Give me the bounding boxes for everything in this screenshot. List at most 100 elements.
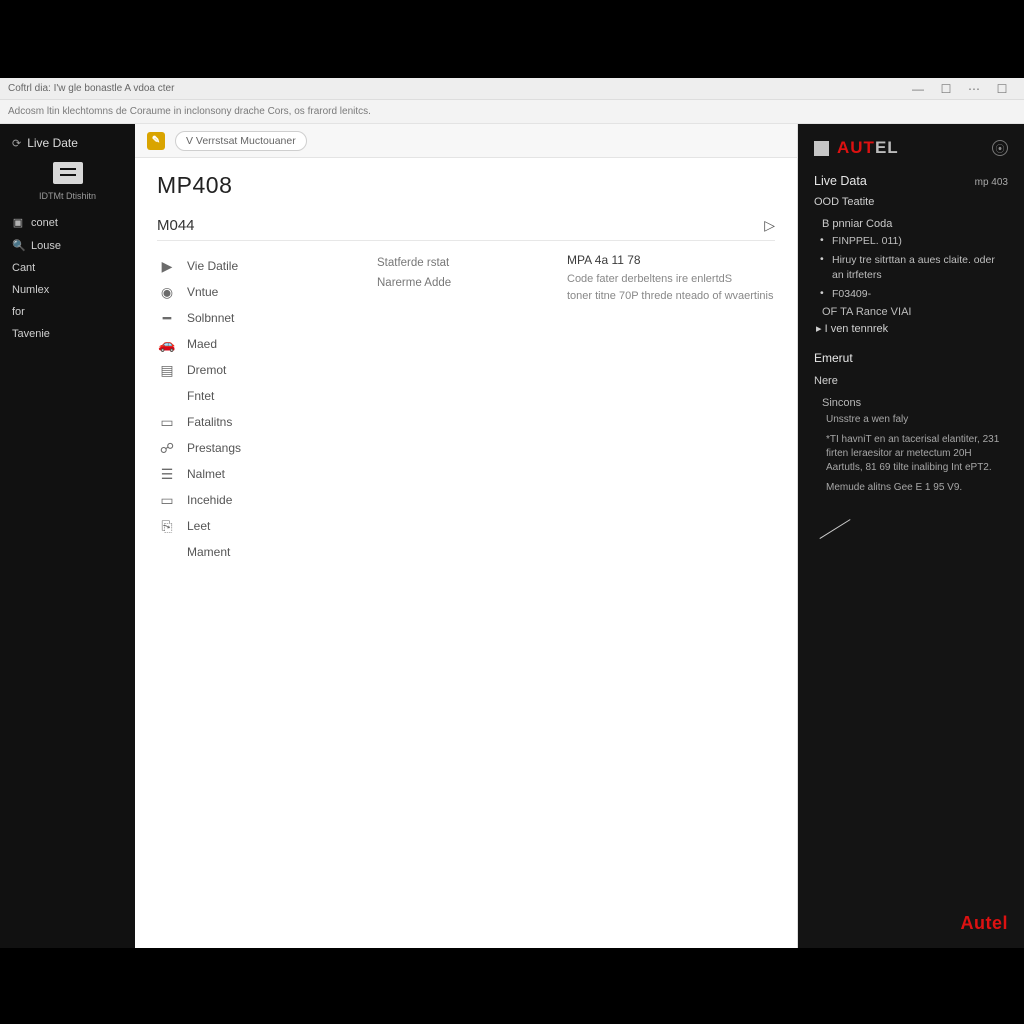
- list-label: Maed: [187, 337, 217, 351]
- play-icon[interactable]: ▷: [764, 217, 775, 234]
- list-label: Prestangs: [187, 441, 241, 455]
- gauge-needle-icon: [820, 509, 1008, 539]
- address-text: Adcosm ltin klechtomns de Coraume in inc…: [8, 106, 371, 117]
- detail-line: Code fater derbeltens ire enlertdS: [567, 271, 774, 288]
- right-bullet: FINPPEL. 011): [820, 232, 1008, 251]
- right-panel: AUTEL ⦿ Live Data mp 403 OOD Teatite B p…: [798, 124, 1024, 948]
- toolbar: ✎ V Verrstsat Muctouaner: [135, 124, 797, 158]
- list-item[interactable]: ◉ Vntue: [157, 279, 347, 305]
- sidebar-item-for[interactable]: for: [0, 301, 135, 323]
- sidebar-header-live-data[interactable]: ⟳ Live Date: [0, 130, 135, 158]
- right-panel-model: mp 403: [975, 177, 1008, 188]
- stack-icon: ☰: [157, 466, 177, 483]
- subsection-header: M044 ▷: [157, 217, 775, 241]
- magnifier-icon: 🔍: [12, 239, 24, 252]
- list-item[interactable]: ▤ Dremot: [157, 357, 347, 383]
- title-bar: Coftrl dia: I'w gle bonastle A vdoa cter…: [0, 78, 1024, 100]
- detail-heading: MPA 4a 11 78: [567, 253, 774, 267]
- workspace-chip[interactable]: V Verrstsat Muctouaner: [175, 131, 307, 151]
- list-item[interactable]: 🚗 Maed: [157, 331, 347, 357]
- sidebar-item-label: Louse: [31, 240, 61, 252]
- list-label: Mament: [187, 545, 230, 559]
- window-minimize-button[interactable]: —: [904, 82, 932, 96]
- link-icon: ☍: [157, 440, 177, 457]
- main-content: ✎ V Verrstsat Muctouaner MP408 M044 ▷ ▶ V…: [135, 124, 798, 948]
- sidebar-item-cant[interactable]: Cant: [0, 257, 135, 279]
- list-label: Vie Datile: [187, 259, 238, 273]
- page-title: MP408: [157, 172, 775, 199]
- camera-icon: ▶: [157, 258, 177, 275]
- sidebar-item-label: Tavenie: [12, 328, 50, 340]
- sidebar-item-control[interactable]: ▣ conet: [0, 211, 135, 234]
- right-para: Memude alitns Gee E 1 95 V9.: [826, 481, 1008, 495]
- list-item[interactable]: Fntet: [157, 383, 347, 409]
- shield-icon: ◉: [157, 284, 177, 301]
- right-key: OF TA Rance VIAI: [822, 306, 1008, 318]
- right-subtitle: OOD Teatite: [814, 196, 1008, 208]
- feature-list: ▶ Vie Datile ◉ Vntue ━Solbnnet 🚗 Maed ▤ Drem…: [157, 253, 347, 565]
- sidebar-item-tavenie[interactable]: Tavenie: [0, 323, 135, 345]
- right-bullet: Hiruy tre sitrttan a aues claite. oder a…: [820, 251, 1008, 285]
- sidebar-device-caption: IDTMt Dtishitn: [0, 191, 135, 201]
- right-bullets: FINPPEL. 011) Hiruy tre sitrttan a aues …: [814, 232, 1008, 304]
- address-bar: Adcosm ltin klechtomns de Coraume in inc…: [0, 100, 1024, 124]
- sidebar-device-block[interactable]: IDTMt Dtishitn: [0, 158, 135, 211]
- right-para: Unsstre a wen faly: [826, 413, 1008, 427]
- right-panel-title: Live Data: [814, 174, 867, 188]
- app-window: Coftrl dia: I'w gle bonastle A vdoa cter…: [0, 78, 1024, 948]
- detail-column: MPA 4a 11 78 Code fater derbeltens ire e…: [567, 253, 774, 565]
- right-bullet: F03409-: [820, 285, 1008, 304]
- list-label: Fntet: [187, 389, 214, 403]
- list-item[interactable]: ━Solbnnet: [157, 305, 347, 331]
- right-key: B pnniar Coda: [822, 218, 1008, 230]
- right-key: Sincons: [822, 397, 1008, 409]
- list-label: Nalmet: [187, 467, 225, 481]
- device-icon: [53, 162, 83, 184]
- list-item[interactable]: ☰ Nalmet: [157, 461, 347, 487]
- right-label: Nere: [814, 375, 1008, 387]
- control-icon: ▣: [12, 216, 24, 229]
- tag-icon: ⎘: [157, 518, 177, 535]
- sidebar-item-course[interactable]: 🔍 Louse: [0, 234, 135, 257]
- sidebar-item-numlex[interactable]: Numlex: [0, 279, 135, 301]
- brand-square-icon: [814, 141, 829, 156]
- subsection-title: M044: [157, 217, 195, 234]
- list-label: Solbnnet: [187, 311, 234, 325]
- list-item[interactable]: ▭ Fatalitns: [157, 409, 347, 435]
- info-label: Statferde rstat: [377, 253, 537, 273]
- car-icon: 🚗: [157, 336, 177, 353]
- window-menu-button[interactable]: ⋯: [960, 82, 988, 96]
- sidebar-item-label: for: [12, 306, 25, 318]
- window-title: Coftrl dia: I'w gle bonastle A vdoa cter: [8, 83, 174, 94]
- list-item[interactable]: ⎘Leet: [157, 513, 347, 539]
- brand-row: AUTEL ⦿: [814, 138, 1008, 158]
- list-label: Incehide: [187, 493, 232, 507]
- refresh-icon: ⟳: [12, 137, 21, 150]
- right-para: *TI havniT en an tacerisal elantiter, 23…: [826, 433, 1008, 475]
- brand-footer: Autel: [814, 873, 1008, 934]
- list-item[interactable]: ▶ Vie Datile: [157, 253, 347, 279]
- sidebar-item-label: conet: [31, 217, 58, 229]
- window-maximize-button[interactable]: ☐: [932, 82, 960, 96]
- info-label: Narerme Adde: [377, 273, 537, 293]
- list-item[interactable]: ☍ Prestangs: [157, 435, 347, 461]
- sidebar-item-label: Numlex: [12, 284, 49, 296]
- brand-logo: AUTEL: [837, 138, 899, 158]
- list-label: Vntue: [187, 285, 218, 299]
- page-body: MP408 M044 ▷ ▶ Vie Datile ◉ Vntue ━Solbnne…: [135, 158, 797, 948]
- folder-icon: ▭: [157, 492, 177, 509]
- list-label: Dremot: [187, 363, 226, 377]
- list-label: Fatalitns: [187, 415, 232, 429]
- right-key: ▸ I ven tennrek: [816, 322, 1008, 335]
- app-badge-icon: ✎: [147, 132, 165, 150]
- bars-icon: ▤: [157, 362, 177, 379]
- sidebar-item-label: Cant: [12, 262, 35, 274]
- window-icon: ▭: [157, 414, 177, 431]
- settings-ring-icon[interactable]: ⦿: [992, 140, 1008, 156]
- list-item[interactable]: ▭ Incehide: [157, 487, 347, 513]
- window-close-button[interactable]: ☐: [988, 82, 1016, 96]
- sidebar-header-label: Live Date: [27, 136, 78, 150]
- list-item[interactable]: Mament: [157, 539, 347, 565]
- right-heading-emeut: Emerut: [814, 351, 1008, 365]
- info-column: Statferde rstat Narerme Adde: [377, 253, 537, 565]
